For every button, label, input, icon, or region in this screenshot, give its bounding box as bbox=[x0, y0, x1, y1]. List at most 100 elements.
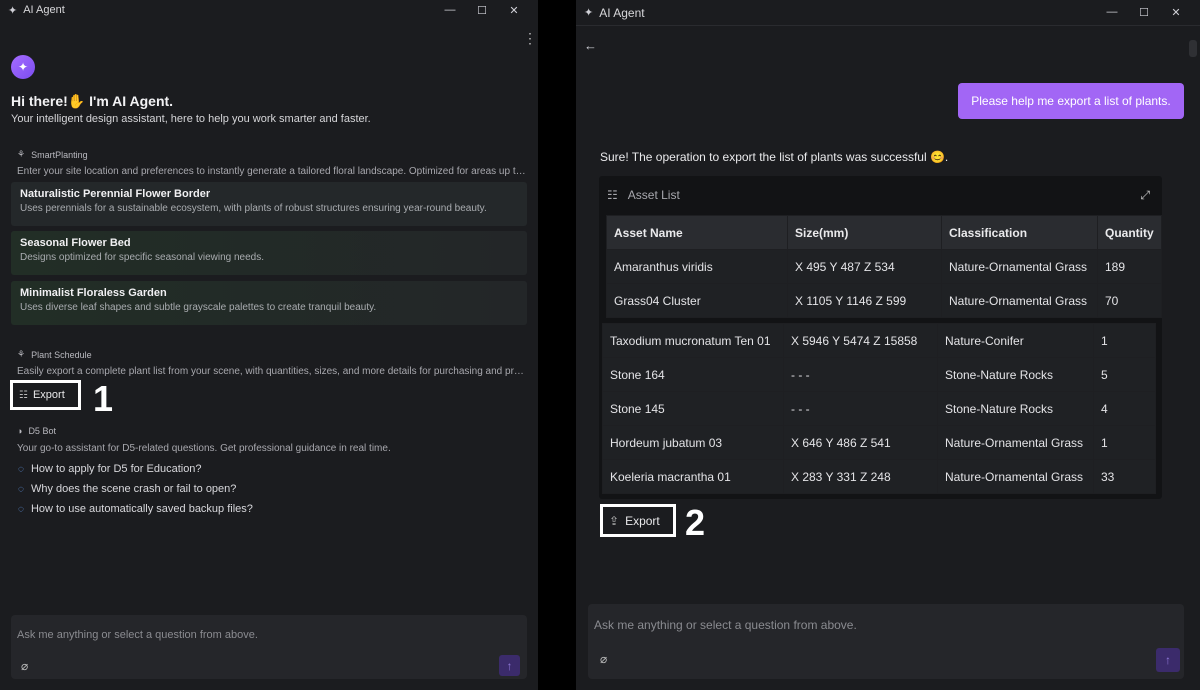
table-row: Amaranthus viridis X 495 Y 487 Z 534 Nat… bbox=[606, 249, 1162, 284]
minimize-button[interactable]: — bbox=[434, 4, 466, 17]
sparkle-icon: ✦ bbox=[17, 60, 29, 74]
cell: X 5946 Y 5474 Z 15858 bbox=[783, 323, 938, 358]
cell: X 283 Y 331 Z 248 bbox=[783, 459, 938, 494]
list-icon: ☷ bbox=[19, 389, 28, 401]
asset-table-bottom: Taxodium mucronatum Ten 01 X 5946 Y 5474… bbox=[602, 323, 1156, 494]
card-title: Minimalist Floraless Garden bbox=[20, 287, 167, 299]
title-bar: ✦ AI Agent — ☐ ✕ bbox=[0, 0, 538, 20]
scrollbar[interactable] bbox=[1189, 40, 1197, 57]
maximize-button[interactable]: ☐ bbox=[466, 4, 498, 17]
cell: Amaranthus viridis bbox=[606, 249, 788, 284]
subtitle: Your intelligent design assistant, here … bbox=[11, 113, 371, 125]
cell: Grass04 Cluster bbox=[606, 283, 788, 318]
cell: Hordeum jubatum 03 bbox=[602, 425, 784, 460]
table-row: Stone 164 - - - Stone-Nature Rocks 5 bbox=[602, 357, 1156, 392]
agent-reply: Sure! The operation to export the list o… bbox=[600, 150, 949, 164]
list-icon: ☷ bbox=[607, 188, 618, 202]
share-export-icon: ⇪ bbox=[609, 513, 620, 528]
chat-input[interactable]: Ask me anything or select a question fro… bbox=[588, 604, 1184, 679]
question-item[interactable]: ◌ How to use automatically saved backup … bbox=[18, 503, 253, 515]
chat-bubble-icon: ◌ bbox=[18, 463, 24, 475]
close-button[interactable]: ✕ bbox=[1160, 6, 1192, 19]
expand-icon[interactable]: ⤢ bbox=[1140, 188, 1150, 203]
cell: 5 bbox=[1093, 357, 1156, 392]
window-title: AI Agent bbox=[23, 4, 65, 16]
smartplanting-description: Enter your site location and preferences… bbox=[17, 166, 527, 177]
window-title: AI Agent bbox=[599, 5, 645, 20]
question-item[interactable]: ◌ How to apply for D5 for Education? bbox=[18, 463, 202, 475]
plant-schedule-description: Easily export a complete plant list from… bbox=[17, 366, 527, 377]
card-description: Uses diverse leaf shapes and subtle gray… bbox=[20, 302, 377, 313]
send-button[interactable]: ↑ bbox=[499, 655, 520, 676]
headset-icon: ◑ bbox=[17, 426, 23, 436]
more-options-icon[interactable]: ⋮ bbox=[523, 31, 537, 45]
cell: - - - bbox=[783, 391, 938, 426]
close-button[interactable]: ✕ bbox=[498, 4, 530, 17]
card-minimalist-garden[interactable]: Minimalist Floraless Garden Uses diverse… bbox=[11, 281, 527, 325]
cell: 4 bbox=[1093, 391, 1156, 426]
cell: Koeleria macrantha 01 bbox=[602, 459, 784, 494]
attach-icon[interactable]: ⌀ bbox=[600, 652, 607, 666]
cell: Nature-Ornamental Grass bbox=[937, 425, 1094, 460]
maximize-button[interactable]: ☐ bbox=[1128, 6, 1160, 19]
cell: Stone-Nature Rocks bbox=[937, 391, 1094, 426]
arrow-up-icon: ↑ bbox=[506, 658, 513, 673]
annotation-number-1: 1 bbox=[93, 378, 114, 419]
table-row: Grass04 Cluster X 1105 Y 1146 Z 599 Natu… bbox=[606, 283, 1162, 318]
export-button[interactable]: ⇪ Export bbox=[600, 504, 676, 537]
cell: 1 bbox=[1093, 425, 1156, 460]
asset-table-top: Asset Name Size(mm) Classification Quant… bbox=[606, 215, 1162, 318]
arrow-up-icon: ↑ bbox=[1165, 653, 1171, 667]
d5-bot-header: ◑ D5 Bot bbox=[17, 426, 56, 436]
input-placeholder: Ask me anything or select a question fro… bbox=[17, 629, 258, 641]
annotation-number-2: 2 bbox=[685, 502, 706, 543]
export-button[interactable]: ☷ Export bbox=[10, 380, 81, 410]
table-row: Taxodium mucronatum Ten 01 X 5946 Y 5474… bbox=[602, 323, 1156, 358]
question-item[interactable]: ◌ Why does the scene crash or fail to op… bbox=[18, 483, 236, 495]
table-row: Hordeum jubatum 03 X 646 Y 486 Z 541 Nat… bbox=[602, 425, 1156, 460]
card-naturalistic-perennial[interactable]: Naturalistic Perennial Flower Border Use… bbox=[11, 182, 527, 226]
cell: - - - bbox=[783, 357, 938, 392]
cell: X 495 Y 487 Z 534 bbox=[787, 249, 942, 284]
chat-input[interactable]: Ask me anything or select a question fro… bbox=[11, 615, 527, 679]
card-seasonal-flower-bed[interactable]: Seasonal Flower Bed Designs optimized fo… bbox=[11, 231, 527, 275]
table-row: Stone 145 - - - Stone-Nature Rocks 4 bbox=[602, 391, 1156, 426]
cell: Nature-Conifer bbox=[937, 323, 1094, 358]
cell: X 646 Y 486 Z 541 bbox=[783, 425, 938, 460]
greeting: Hi there!✋ I'm AI Agent. bbox=[11, 93, 174, 109]
cell: 189 bbox=[1097, 249, 1162, 284]
flower-icon: ⚘ bbox=[17, 349, 26, 359]
cell: Stone 145 bbox=[602, 391, 784, 426]
column-header: Quantity bbox=[1097, 215, 1162, 250]
question-label: Why does the scene crash or fail to open… bbox=[30, 483, 237, 495]
table-header-row: Asset Name Size(mm) Classification Quant… bbox=[606, 215, 1162, 250]
cell: 70 bbox=[1097, 283, 1162, 318]
attach-icon[interactable]: ⌀ bbox=[21, 659, 28, 673]
card-title: Naturalistic Perennial Flower Border bbox=[20, 188, 211, 200]
ai-agent-window-home: ✦ AI Agent — ☐ ✕ ⋮ ✦ Hi there!✋ I'm AI A… bbox=[0, 0, 538, 690]
back-arrow-icon[interactable]: ← bbox=[584, 38, 597, 53]
send-button[interactable]: ↑ bbox=[1156, 648, 1180, 672]
cell: X 1105 Y 1146 Z 599 bbox=[787, 283, 942, 318]
card-description: Uses perennials for a sustainable ecosys… bbox=[20, 203, 487, 214]
chat-bubble-icon: ◌ bbox=[18, 503, 24, 515]
d5-bot-description: Your go-to assistant for D5-related ques… bbox=[17, 443, 391, 454]
flower-icon: ⚘ bbox=[17, 149, 26, 159]
cell: 33 bbox=[1093, 459, 1156, 494]
asset-list-panel: ☷ Asset List ⤢ Asset Name Size(mm) Class… bbox=[599, 176, 1162, 499]
chat-bubble-icon: ◌ bbox=[18, 483, 24, 495]
screenshot-composite: ✦ AI Agent — ☐ ✕ ⋮ ✦ Hi there!✋ I'm AI A… bbox=[0, 0, 1200, 690]
section-title: Plant Schedule bbox=[31, 349, 92, 360]
sparkle-icon: ✦ bbox=[584, 7, 594, 19]
cell: 1 bbox=[1093, 323, 1156, 358]
title-bar: ✦ AI Agent — ☐ ✕ bbox=[576, 0, 1200, 26]
column-header: Size(mm) bbox=[787, 215, 942, 250]
column-header: Asset Name bbox=[606, 215, 788, 250]
cell: Stone 164 bbox=[602, 357, 784, 392]
asset-list-header: ☷ Asset List bbox=[607, 188, 680, 202]
cell: Taxodium mucronatum Ten 01 bbox=[602, 323, 784, 358]
export-label: Export bbox=[625, 513, 660, 528]
cell: Nature-Ornamental Grass bbox=[941, 283, 1098, 318]
column-header: Classification bbox=[941, 215, 1098, 250]
minimize-button[interactable]: — bbox=[1096, 6, 1128, 19]
